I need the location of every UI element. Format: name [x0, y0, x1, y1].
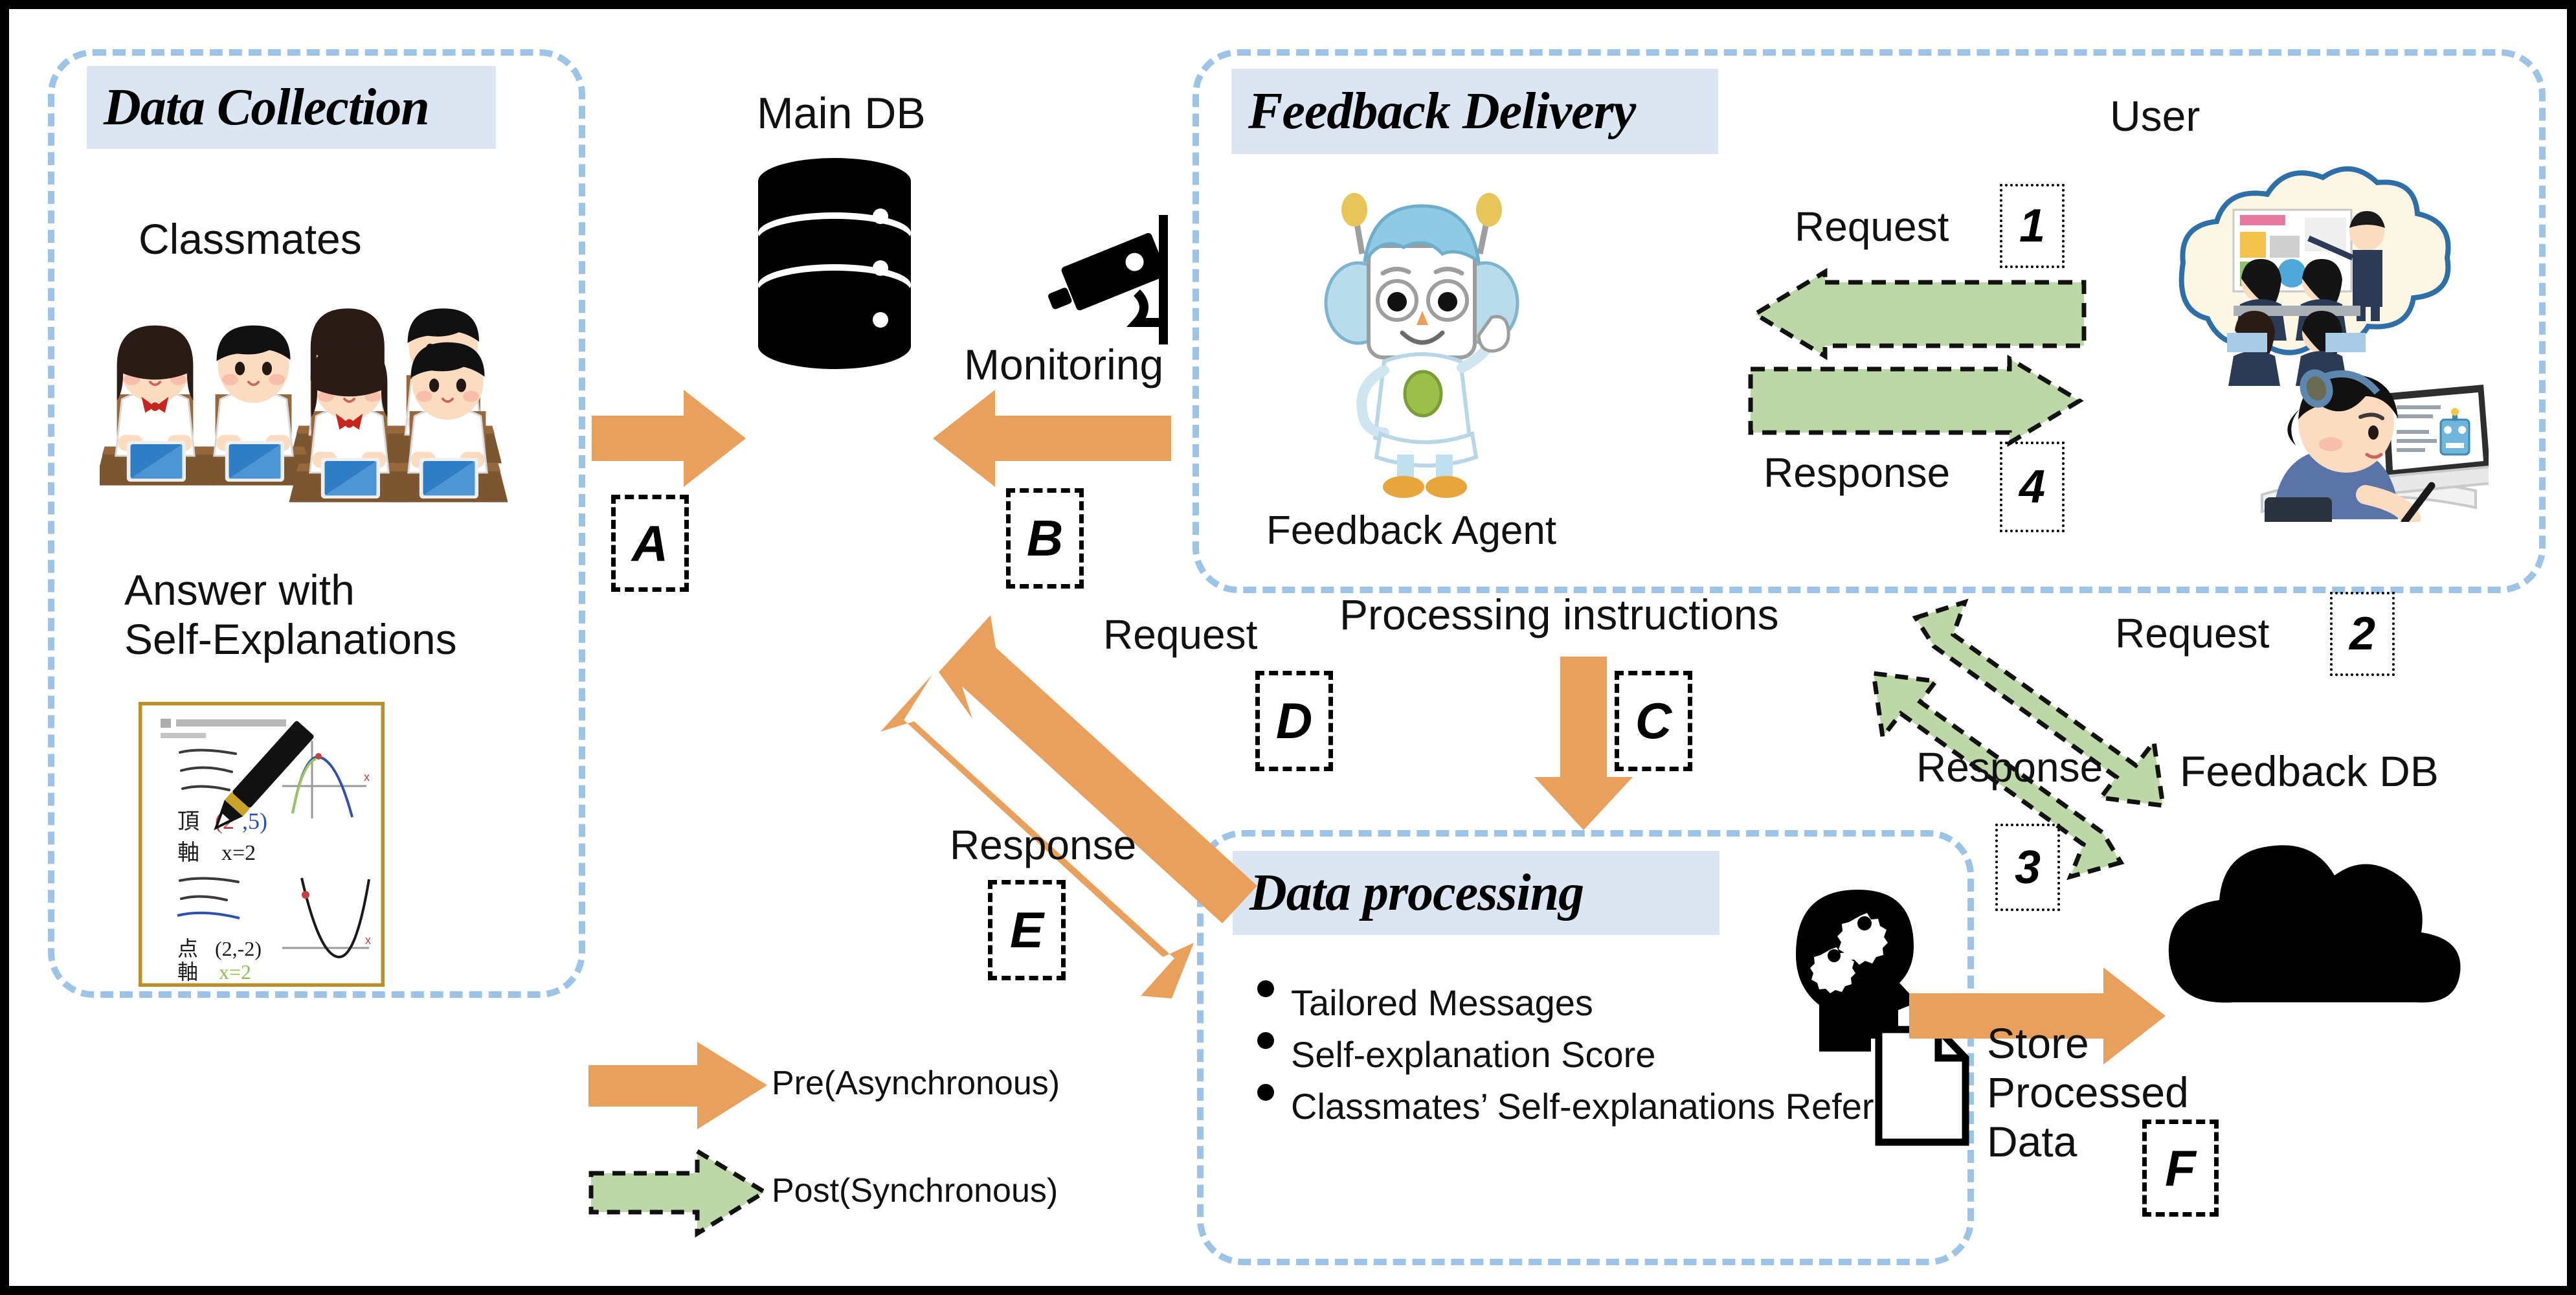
svg-text:x: x	[365, 934, 371, 947]
legend-post-label: Post(Synchronous)	[772, 1172, 1058, 1210]
arrow-request-user-to-agent	[1751, 267, 2087, 361]
arrow-response-agent-to-user	[1748, 354, 2084, 447]
answer-with-self-explanations-label: Answer with Self-Explanations	[124, 566, 457, 664]
feedback-db-cloud-icon	[2168, 845, 2461, 1003]
step-badge-3: 3	[1995, 824, 2060, 911]
fb-request-label: Request	[2115, 610, 2270, 657]
flow-badge-b: B	[1006, 488, 1084, 589]
svg-text:(2,-2): (2,-2)	[215, 937, 262, 960]
panel-title-data-collection: Data Collection	[87, 66, 496, 149]
svg-text:x: x	[364, 771, 370, 783]
flow-badge-d: D	[1255, 671, 1333, 771]
monitoring-camera-icon	[1048, 215, 1168, 344]
legend-pre-label: Pre(Asynchronous)	[772, 1064, 1060, 1102]
answer-sheet-image: 頂 (2 ,5) 軸 x=2 点 (2,-2) 軸 x=2 5 x x	[139, 702, 385, 987]
classmates-label: Classmates	[139, 215, 362, 263]
arrow-b-monitoring-to-db	[933, 390, 1171, 487]
store-line3: Data	[1987, 1117, 2078, 1166]
bullet-text: Classmates’ Self-explanations Reference	[1291, 1086, 1953, 1127]
answer-label-line1: Answer with	[124, 566, 355, 614]
svg-text:頂: 頂	[177, 810, 199, 834]
flow-badge-a: A	[611, 495, 689, 592]
classmates-illustration	[100, 308, 510, 504]
flow-badge-e: E	[988, 880, 1066, 980]
monitoring-label: Monitoring	[964, 341, 1164, 388]
fd-response-label: Response	[1764, 449, 1951, 496]
answer-label-line2: Self-Explanations	[124, 614, 457, 663]
legend-post-arrow	[588, 1147, 769, 1238]
svg-text:点: 点	[177, 937, 198, 960]
feedback-agent-illustration	[1324, 193, 1519, 498]
db-request-label: Request	[1103, 611, 1258, 658]
bullet-text: Tailored Messages	[1291, 982, 1593, 1023]
svg-text:軸: 軸	[177, 960, 198, 984]
step-badge-1: 1	[2000, 184, 2065, 268]
svg-text:x=2: x=2	[219, 960, 251, 984]
user-illustration	[2178, 166, 2489, 522]
processing-instructions-label: Processing instructions	[1339, 591, 1779, 638]
bullet-icon	[1257, 1084, 1274, 1101]
panel-title-feedback-delivery: Feedback Delivery	[1231, 69, 1718, 154]
feedback-db-label: Feedback DB	[2180, 747, 2439, 795]
panel-title-text: Feedback Delivery	[1248, 82, 1636, 140]
legend-pre-arrow	[588, 1042, 767, 1129]
store-line1: Store	[1987, 1019, 2089, 1067]
flow-badge-f: F	[2142, 1120, 2219, 1217]
db-response-label: Response	[950, 822, 1137, 868]
bullet-text: Self-explanation Score	[1291, 1034, 1656, 1075]
diagram-root: Data Collection Classmates Answer with S…	[0, 0, 2576, 1295]
flow-badge-c: C	[1615, 671, 1692, 771]
bullet-icon	[1257, 1032, 1274, 1049]
list-item: Classmates’ Self-explanations Reference	[1257, 1084, 1963, 1129]
fd-request-label: Request	[1795, 203, 1949, 250]
main-db-label: Main DB	[757, 89, 926, 138]
feedback-agent-label: Feedback Agent	[1266, 508, 1557, 553]
svg-text:軸: 軸	[177, 840, 199, 865]
store-line2: Processed	[1987, 1068, 2189, 1116]
fb-response-label: Response	[1916, 744, 2103, 791]
step-badge-2: 2	[2330, 592, 2395, 676]
svg-text:x=2: x=2	[221, 841, 256, 865]
arrow-a-collect-to-db	[592, 390, 746, 487]
main-db-icon	[758, 158, 911, 369]
step-badge-4: 4	[2000, 442, 2065, 532]
user-label: User	[2110, 92, 2201, 140]
panel-title-text: Data Collection	[104, 78, 430, 136]
